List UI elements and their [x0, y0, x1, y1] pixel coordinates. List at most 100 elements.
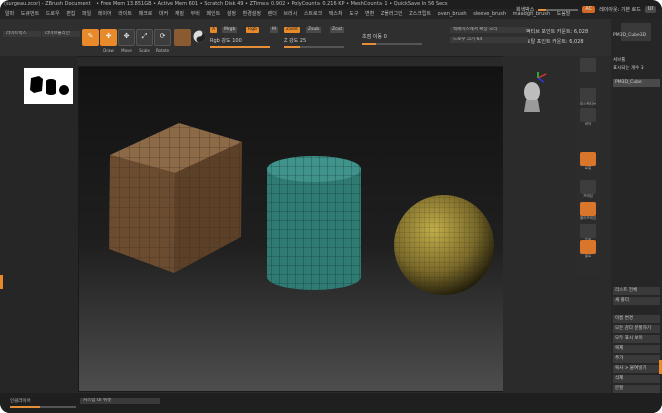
menu-item[interactable]: 편집: [66, 11, 75, 17]
menu-item[interactable]: Z스크립트: [409, 11, 431, 17]
menu-item[interactable]: 마커: [159, 11, 168, 17]
menu-item[interactable]: 알파: [5, 11, 14, 17]
menu-item[interactable]: 도큐먼트: [21, 11, 39, 17]
app-window: (surgeau.zcor) - ZBrush Document • Free …: [0, 0, 662, 413]
focal-shift-slider[interactable]: [362, 43, 422, 45]
custom-ui-widget[interactable]: 커스텀 UI 위젯: [80, 398, 160, 404]
draw-size-field[interactable]: 드로우 크기 64: [450, 37, 528, 43]
menu-item[interactable]: 변환: [365, 11, 374, 17]
menu-item[interactable]: 텍스처: [329, 11, 343, 17]
menu-item[interactable]: 브러시: [283, 11, 297, 17]
edit-icon: ✎: [87, 32, 94, 40]
transparency-button[interactable]: 투명: [580, 224, 596, 242]
mrgb-a-toggle[interactable]: A: [210, 27, 218, 33]
menu-item[interactable]: 환경설정: [243, 11, 261, 17]
cylinder-mesh[interactable]: [267, 156, 361, 290]
ui-brightness-slider[interactable]: [538, 8, 579, 11]
m-toggle[interactable]: M: [270, 27, 278, 33]
menu-item[interactable]: 렌더: [268, 11, 277, 17]
left-edge-handle[interactable]: [0, 275, 3, 289]
ac-button[interactable]: AC: [582, 6, 596, 13]
cube-mesh[interactable]: [109, 123, 242, 273]
zadd-toggle[interactable]: Zadd: [284, 27, 300, 33]
menu-item[interactable]: 페인트: [206, 11, 220, 17]
alpha-thumbnail[interactable]: [24, 68, 73, 104]
rgb-toggle[interactable]: Rgb: [246, 27, 259, 33]
copy-paste-button[interactable]: 복사 > 붙여넣기: [613, 365, 660, 373]
document-title: (surgeau.zcor) - ZBrush Document: [4, 1, 91, 7]
delete-button[interactable]: 삭제: [613, 375, 660, 383]
total-points-readout: 토탈 포인트 카운트: 6,028: [526, 39, 584, 45]
status-left-label: 인클라이어: [10, 399, 31, 404]
ui-button[interactable]: UI: [644, 6, 656, 13]
backface-masking-toggle[interactable]: 백페이스에서 확장 오리: [450, 27, 528, 33]
rgb-intensity-slider[interactable]: [210, 46, 270, 48]
navigation-head[interactable]: [518, 72, 548, 114]
solo-button[interactable]: 솔로: [580, 240, 596, 258]
menu-item[interactable]: 재질: [175, 11, 184, 17]
z-intensity-label: Z 강도 25: [284, 38, 307, 44]
active-points-readout: 액티브 포인트 카운트: 6,028: [526, 29, 589, 35]
append-button[interactable]: 추가: [613, 355, 660, 363]
yin-yang-icon: [193, 30, 206, 43]
floor-button[interactable]: 바닥: [580, 108, 596, 126]
rotate-icon: ⟳: [159, 32, 166, 40]
layout-label[interactable]: 레이아웃: 기본 로드: [599, 6, 641, 13]
menu-item[interactable]: sleeve_brush: [473, 11, 506, 17]
menu-item[interactable]: 레이어: [98, 11, 112, 17]
list-all-button[interactable]: 리스트 전체: [613, 287, 660, 295]
menu-item[interactable]: Z플러그인: [381, 11, 403, 17]
duplicate-button[interactable]: 복제: [613, 345, 660, 353]
status-slider[interactable]: [10, 406, 76, 408]
rotate-button[interactable]: ⟳ Rotate: [154, 29, 171, 53]
zcut-toggle[interactable]: Zcut: [330, 27, 345, 33]
split-button[interactable]: 분할: [613, 385, 660, 393]
show-all-button[interactable]: 모두 표시 보이: [613, 335, 660, 343]
edit-button[interactable]: ✎: [82, 29, 99, 46]
menu-item[interactable]: 드로우: [46, 11, 60, 17]
tool-thumbnail[interactable]: [621, 23, 651, 41]
zsub-toggle[interactable]: Zsub: [306, 27, 322, 33]
move-icon: ✥: [123, 32, 130, 40]
status-bar: 인클라이어 커스텀 UI 위젯: [0, 393, 662, 413]
focal-shift-label: 초점 이동 0: [362, 34, 387, 40]
subtool-header[interactable]: 서브툴: [613, 57, 625, 63]
persp-button[interactable]: 퍼스펙티브: [580, 88, 596, 106]
mrgb-toggle[interactable]: Mrgb: [222, 27, 238, 33]
menu-item[interactable]: 설정: [227, 11, 236, 17]
frame-button[interactable]: 프레임: [580, 180, 596, 198]
material-swatch[interactable]: [174, 29, 191, 46]
divide-all-button[interactable]: 모든 감다 분할하기: [613, 325, 660, 333]
new-folder-button[interactable]: 새 폴더: [613, 297, 660, 305]
color-picker[interactable]: [192, 29, 207, 44]
menu-item[interactable]: 라이트: [118, 11, 132, 17]
subtool-item[interactable]: PM3D_Cube: [613, 79, 660, 87]
rename-button[interactable]: 이름 변경: [613, 315, 660, 323]
scroll-button[interactable]: [580, 58, 596, 72]
right-shelf: 퍼스펙티브 바닥 로컬 프레임 폴리프레임 투명 솔로: [575, 56, 601, 276]
visible-count: 표시되는 개수 3: [613, 66, 644, 71]
local-button[interactable]: 로컬: [580, 152, 596, 170]
menu-item[interactable]: 무비: [191, 11, 200, 17]
move-button[interactable]: ✥ Move: [118, 29, 135, 53]
draw-button[interactable]: ✚ Draw: [100, 29, 117, 53]
draw-icon: ✚: [105, 32, 112, 40]
z-intensity-slider[interactable]: [284, 46, 344, 48]
menu-item[interactable]: 파일: [82, 11, 91, 17]
live-boolean-button[interactable]: 라이브불리언: [42, 31, 80, 37]
canvas-viewport[interactable]: [78, 66, 504, 392]
persp-label: 퍼스펙티브: [579, 102, 597, 106]
lightbox-button[interactable]: 라이트박스: [3, 31, 41, 37]
menu-item[interactable]: 매크로: [139, 11, 153, 17]
tool-palette: PM3D_Cube3D 서브툴 표시되는 개수 3 PM3D_Cube 리스트 …: [611, 19, 662, 393]
menu-item[interactable]: 도구: [349, 11, 358, 17]
menu-item[interactable]: oven_brush: [438, 11, 467, 17]
sphere-mesh[interactable]: [394, 195, 494, 295]
polyframe-button[interactable]: 폴리프레임: [580, 202, 596, 220]
floor-label: 바닥: [584, 122, 592, 126]
menu-item[interactable]: 스트로크: [304, 11, 322, 17]
gray-box-label: 회색박스: [515, 7, 535, 13]
polyframe-label: 폴리프레임: [579, 216, 597, 220]
scale-button[interactable]: ⤢ Scale: [136, 29, 153, 53]
scene-render: [109, 123, 494, 295]
